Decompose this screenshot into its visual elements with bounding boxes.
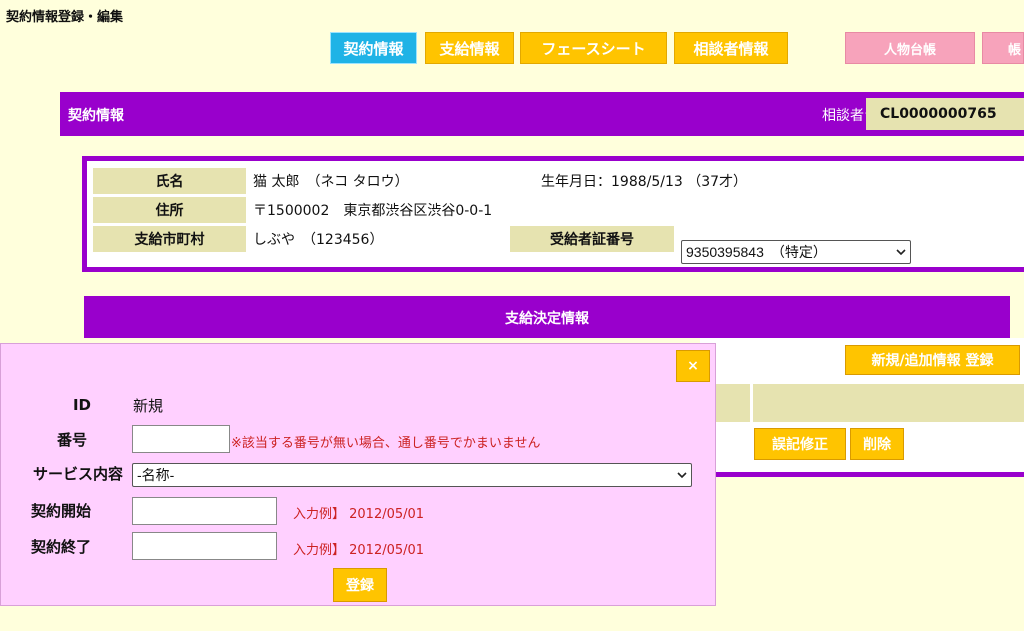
add-info-button[interactable]: 新規/追加情報 登録	[845, 345, 1020, 375]
city-value: しぶや （123456）	[253, 232, 384, 248]
birth-value: 生年月日：1988/5/13 （37才）	[541, 174, 748, 190]
id-label: ID	[72, 396, 91, 414]
tab-facesheet[interactable]: フェースシート	[520, 32, 667, 64]
start-label: 契約開始	[30, 502, 91, 520]
table-header-row	[700, 384, 1024, 422]
service-select-value: -名称-	[137, 467, 175, 483]
address-value: 〒1500002 東京都渋谷区渋谷0-0-1	[253, 203, 493, 219]
chevron-down-icon	[896, 249, 906, 256]
certificate-select-value: 9350395843 （特定）	[686, 244, 827, 260]
end-label: 契約終了	[30, 538, 91, 556]
contract-header-title: 契約情報	[68, 108, 124, 124]
tab-contract[interactable]: 契約情報	[330, 32, 417, 64]
chevron-down-icon	[677, 472, 687, 479]
person-info-box: 氏名 猫 太郎 （ネコ タロウ） 生年月日：1988/5/13 （37才） 住所…	[82, 156, 1024, 272]
id-value: 新規	[133, 397, 164, 415]
page-title: 契約情報登録・編集	[6, 10, 124, 25]
decision-header-bar: 支給決定情報	[84, 296, 1010, 338]
tab-consultant[interactable]: 相談者情報	[674, 32, 788, 64]
tab-extra[interactable]: 帳	[982, 32, 1024, 64]
number-label: 番号	[56, 431, 87, 449]
delete-button[interactable]: 削除	[850, 428, 904, 460]
contract-header-bar: 契約情報 相談者台帳 CL0000000765	[60, 92, 1024, 136]
consultant-ledger-id: CL0000000765	[866, 98, 1024, 130]
submit-button[interactable]: 登録	[333, 568, 387, 602]
correct-button[interactable]: 誤記修正	[754, 428, 846, 460]
decision-table: 新規/追加情報 登録 誤記修正 削除	[700, 338, 1024, 477]
tab-payment[interactable]: 支給情報	[425, 32, 514, 64]
certificate-select[interactable]: 9350395843 （特定）	[681, 240, 911, 264]
close-icon[interactable]: ×	[676, 350, 710, 382]
table-divider	[750, 384, 753, 422]
number-note: ※該当する番号が無い場合、通し番号でかまいません	[231, 436, 541, 451]
number-input[interactable]	[132, 425, 230, 453]
end-date-input[interactable]	[132, 532, 277, 560]
service-label: サービス内容	[32, 465, 123, 483]
decision-header-title: 支給決定情報	[505, 311, 589, 327]
service-select[interactable]: -名称-	[132, 463, 692, 487]
start-date-input[interactable]	[132, 497, 277, 525]
tab-person-ledger[interactable]: 人物台帳	[845, 32, 975, 64]
address-label: 住所	[93, 197, 246, 223]
name-value: 猫 太郎 （ネコ タロウ）	[253, 174, 409, 190]
certificate-label: 受給者証番号	[510, 226, 674, 252]
start-hint: 入力例】 2012/05/01	[293, 507, 425, 522]
contract-edit-modal: × ID 新規 番号 ※該当する番号が無い場合、通し番号でかまいません サービス…	[0, 343, 716, 606]
name-label: 氏名	[93, 168, 246, 194]
end-hint: 入力例】 2012/05/01	[293, 543, 425, 558]
city-label: 支給市町村	[93, 226, 246, 252]
